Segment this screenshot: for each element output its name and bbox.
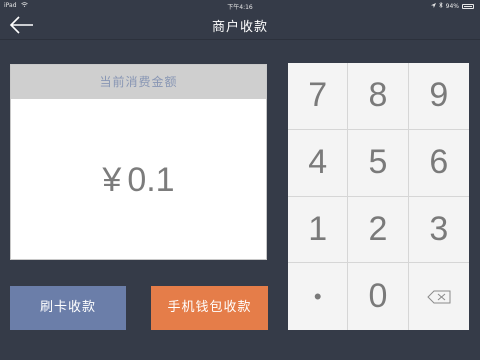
key-6[interactable]: 6: [408, 130, 469, 197]
battery-percent: 94%: [445, 2, 459, 10]
currency-symbol: ¥: [102, 161, 122, 199]
key-decimal-point[interactable]: •: [288, 263, 349, 330]
key-3[interactable]: 3: [408, 197, 469, 264]
card-payment-button[interactable]: 刷卡收款: [10, 286, 126, 330]
key-2[interactable]: 2: [348, 196, 409, 264]
key-0[interactable]: 0: [348, 263, 409, 330]
battery-icon: [462, 3, 474, 9]
location-icon: [430, 2, 436, 10]
status-time: 下午4:16: [227, 4, 253, 11]
status-bar: iPad 下午4:16 94%: [0, 0, 480, 12]
key-9[interactable]: 9: [408, 63, 469, 130]
nav-divider: [0, 39, 480, 40]
backspace-icon: [427, 290, 451, 304]
amount-panel: 当前消费金额 ¥0.1: [10, 64, 267, 260]
numeric-keypad: 7 8 9 4 5 6 1 2 3 • 0: [288, 63, 469, 330]
status-right: 94%: [430, 1, 474, 10]
key-8[interactable]: 8: [348, 63, 409, 130]
key-7[interactable]: 7: [288, 63, 349, 130]
mobile-wallet-payment-button[interactable]: 手机钱包收款: [151, 286, 268, 330]
key-4[interactable]: 4: [288, 129, 349, 197]
amount-header: 当前消费金额: [11, 65, 266, 99]
page-title: 商户收款: [211, 20, 268, 35]
amount-value: 0.1: [127, 161, 175, 199]
navigation-bar: 商户收款: [0, 12, 480, 38]
key-5[interactable]: 5: [348, 129, 409, 197]
bluetooth-icon: [438, 1, 443, 10]
battery-level: [464, 5, 472, 7]
backspace-key[interactable]: [409, 263, 469, 330]
amount-display: ¥0.1: [11, 161, 266, 200]
key-1[interactable]: 1: [288, 196, 349, 264]
